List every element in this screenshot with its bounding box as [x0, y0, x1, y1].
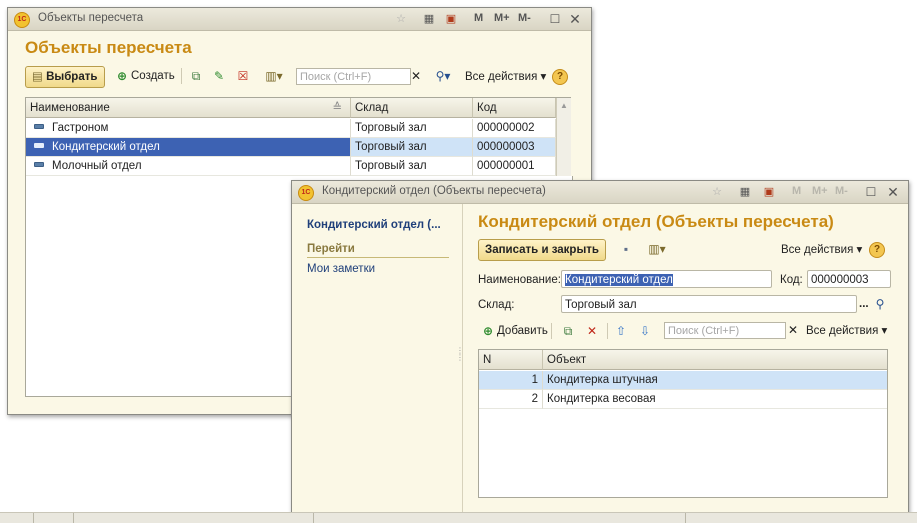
- item-icon: [34, 124, 44, 130]
- copy-icon[interactable]: ⧉: [188, 68, 204, 84]
- code-field[interactable]: 000000003: [807, 270, 891, 288]
- scroll-up-icon[interactable]: ▲: [557, 101, 571, 110]
- toolbar-divider: [181, 68, 182, 84]
- list-search-input[interactable]: Поиск (Ctrl+F): [296, 68, 411, 85]
- app-logo-icon: 1С: [14, 12, 30, 28]
- all-actions-menu[interactable]: Все действия ▾: [465, 69, 546, 85]
- item-form-window: 1С Кондитерский отдел (Объекты пересчета…: [291, 180, 909, 516]
- maximize-icon[interactable]: ☐: [864, 185, 878, 199]
- item-icon: [34, 143, 44, 149]
- toolbar-divider: [607, 323, 608, 339]
- create-based-on-icon[interactable]: ▥▾: [644, 241, 670, 257]
- add-row-button[interactable]: Добавить: [497, 323, 548, 339]
- sort-icon: ≙: [332, 102, 342, 114]
- column-header-name[interactable]: Наименование ≙: [26, 98, 351, 118]
- table-cell-warehouse[interactable]: Торговый зал: [351, 138, 473, 157]
- title-bar[interactable]: 1С Объекты пересчета ☆ ▦ ▣ M M+ M- ☐ ✕: [8, 8, 591, 31]
- move-down-icon[interactable]: ⇩: [637, 323, 653, 339]
- create-icon[interactable]: ⊕: [114, 68, 130, 84]
- app-logo-icon: 1С: [298, 185, 314, 201]
- memory-minus-button[interactable]: M-: [835, 185, 848, 197]
- page-title: Объекты пересчета: [25, 38, 192, 57]
- save-disk-icon[interactable]: ▪: [618, 241, 634, 257]
- favorites-star-icon[interactable]: ☆: [710, 185, 724, 199]
- save-and-close-button[interactable]: Записать и закрыть: [478, 239, 606, 261]
- list-table: Наименование ≙ Склад Код ▲ Гастроном Торг…: [25, 97, 571, 179]
- column-header-code[interactable]: Код: [473, 98, 556, 118]
- table-all-actions-menu[interactable]: Все действия ▾: [806, 323, 887, 339]
- help-icon[interactable]: ?: [869, 242, 885, 258]
- warehouse-open-icon[interactable]: ⚲: [872, 296, 888, 312]
- table-cell-warehouse[interactable]: Торговый зал: [351, 157, 473, 176]
- calculator-icon[interactable]: ▦: [738, 185, 752, 199]
- warehouse-select-button[interactable]: ...: [859, 296, 869, 312]
- window-title: Объекты пересчета: [38, 12, 144, 24]
- column-header-n[interactable]: N: [479, 350, 543, 370]
- title-bar[interactable]: 1С Кондитерский отдел (Объекты пересчета…: [292, 181, 908, 204]
- nav-section-title: Перейти: [307, 243, 355, 255]
- warehouse-field[interactable]: Торговый зал: [561, 295, 857, 313]
- memory-m-button[interactable]: M: [474, 12, 483, 24]
- warehouse-label: Склад:: [478, 299, 515, 311]
- select-button[interactable]: ▤ Выбрать: [25, 66, 105, 88]
- calculator-icon[interactable]: ▦: [422, 12, 436, 26]
- window-title: Кондитерский отдел (Объекты пересчета): [322, 185, 546, 197]
- status-bar: [0, 512, 917, 523]
- table-cell-warehouse[interactable]: Торговый зал: [351, 119, 473, 138]
- table-cell-code[interactable]: 000000003: [473, 138, 556, 157]
- table-cell-code[interactable]: 000000001: [473, 157, 556, 176]
- form-all-actions-menu[interactable]: Все действия ▾: [781, 242, 862, 258]
- calendar-icon[interactable]: ▣: [444, 12, 458, 26]
- search-magnifier-icon[interactable]: ⚲▾: [430, 68, 456, 84]
- close-icon[interactable]: ✕: [886, 185, 900, 199]
- edit-pencil-icon[interactable]: ✎: [211, 68, 227, 84]
- panel-resize-handle[interactable]: ⋮ ⋮: [456, 347, 464, 375]
- name-label: Наименование:: [478, 274, 561, 286]
- clear-search-icon[interactable]: ✕: [785, 322, 801, 338]
- nav-link-notes[interactable]: Мои заметки: [307, 261, 375, 277]
- favorites-star-icon[interactable]: ☆: [394, 12, 408, 26]
- help-icon[interactable]: ?: [552, 69, 568, 85]
- memory-plus-button[interactable]: M+: [812, 185, 828, 197]
- calendar-icon[interactable]: ▣: [762, 185, 776, 199]
- memory-minus-button[interactable]: M-: [518, 12, 531, 24]
- clear-search-icon[interactable]: ✕: [408, 68, 424, 84]
- table-cell-n[interactable]: 2: [479, 390, 543, 409]
- toolbar-divider: [551, 323, 552, 339]
- item-icon: [34, 162, 44, 168]
- table-scrollbar[interactable]: ▲: [556, 98, 571, 178]
- table-cell-code[interactable]: 000000002: [473, 119, 556, 138]
- table-cell-n[interactable]: 1: [479, 371, 543, 390]
- navigation-panel: Кондитерский отдел (... Перейти Мои заме…: [292, 204, 464, 515]
- memory-m-button[interactable]: M: [792, 185, 801, 197]
- code-label: Код:: [780, 274, 803, 286]
- column-header-object[interactable]: Объект: [543, 350, 887, 370]
- memory-plus-button[interactable]: M+: [494, 12, 510, 24]
- table-row[interactable]: Молочный отдел: [26, 157, 351, 176]
- create-button[interactable]: Создать: [131, 68, 175, 84]
- column-header-warehouse[interactable]: Склад: [351, 98, 473, 118]
- name-field[interactable]: Кондитерский отдел: [561, 270, 772, 288]
- add-row-icon[interactable]: ⊕: [480, 323, 496, 339]
- delete-mark-icon[interactable]: ☒: [235, 68, 251, 84]
- table-row[interactable]: Гастроном: [26, 119, 351, 138]
- select-icon: ▤: [32, 71, 47, 83]
- nav-current-item[interactable]: Кондитерский отдел (...: [307, 217, 441, 233]
- create-based-on-icon[interactable]: ▥▾: [261, 68, 287, 84]
- close-icon[interactable]: ✕: [568, 12, 582, 26]
- form-title: Кондитерский отдел (Объекты пересчета): [478, 212, 834, 231]
- table-row[interactable]: Кондитерка весовая: [543, 390, 887, 409]
- objects-table: N Объект 1 Кондитерка штучная 2 Кондитер…: [478, 349, 888, 498]
- move-up-icon[interactable]: ⇧: [613, 323, 629, 339]
- table-search-input[interactable]: Поиск (Ctrl+F): [664, 322, 786, 339]
- nav-section-divider: [307, 257, 449, 258]
- maximize-icon[interactable]: ☐: [548, 12, 562, 26]
- table-row-selected[interactable]: Кондитерка штучная: [543, 371, 887, 390]
- table-row-selected[interactable]: Кондитерский отдел: [26, 138, 351, 157]
- copy-row-icon[interactable]: ⧉: [560, 323, 576, 339]
- delete-row-icon[interactable]: ✕: [584, 323, 600, 339]
